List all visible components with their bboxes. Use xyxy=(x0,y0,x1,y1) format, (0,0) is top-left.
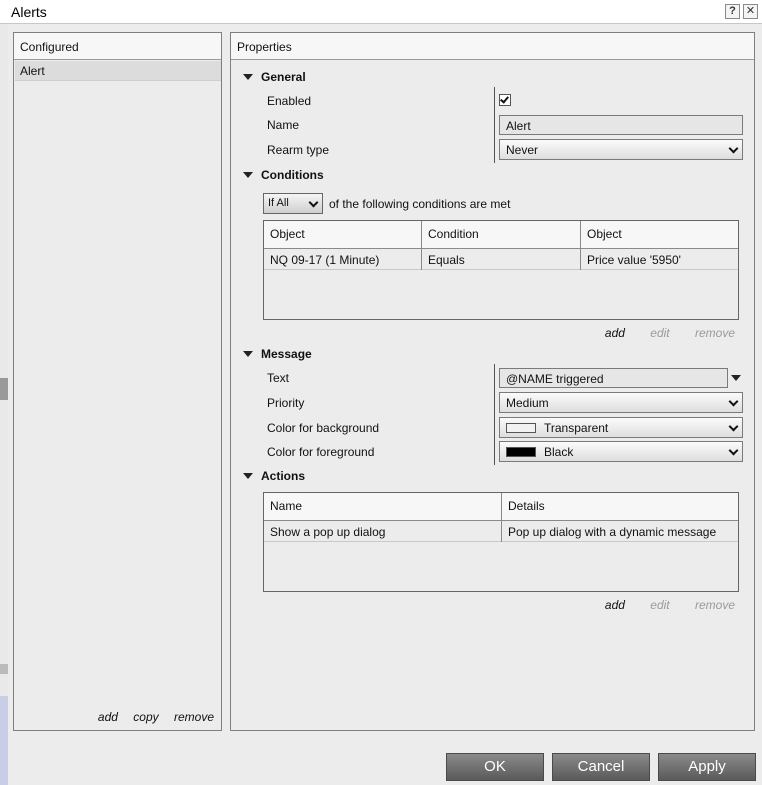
property-divider xyxy=(494,87,495,163)
configured-item-alert[interactable]: Alert xyxy=(15,61,221,81)
cancel-button[interactable]: Cancel xyxy=(552,753,650,781)
checkmark-icon xyxy=(500,94,509,104)
configured-links: add copy remove xyxy=(86,710,214,724)
background-mark xyxy=(0,664,8,674)
configured-add-link[interactable]: add xyxy=(98,710,118,724)
column-divider xyxy=(421,221,422,270)
conditions-col-object: Object xyxy=(270,227,305,241)
bg-color-select[interactable]: Transparent xyxy=(499,417,743,438)
table-cell: Equals xyxy=(428,253,465,267)
condition-mode-select[interactable]: If All xyxy=(263,193,323,214)
actions-section-header[interactable]: Actions xyxy=(243,469,305,483)
properties-header: Properties xyxy=(231,33,754,60)
actions-table: Name Details Show a pop up dialog Pop up… xyxy=(263,492,739,592)
chevron-down-icon xyxy=(728,396,739,407)
text-label: Text xyxy=(267,371,290,385)
actions-add-link[interactable]: add xyxy=(605,598,625,612)
collapse-triangle-icon[interactable] xyxy=(243,473,253,479)
priority-select[interactable]: Medium xyxy=(499,392,743,413)
rearm-type-value: Never xyxy=(506,143,539,157)
chevron-down-icon xyxy=(308,197,319,208)
rearm-type-select[interactable]: Never xyxy=(499,139,743,160)
message-section-title: Message xyxy=(261,347,312,361)
bg-color-label: Color for background xyxy=(267,421,380,435)
background-mark xyxy=(0,696,8,785)
help-icon[interactable]: ? xyxy=(725,4,740,19)
dropdown-arrow-icon[interactable] xyxy=(731,375,741,381)
condition-mode-value: If All xyxy=(268,197,289,209)
general-section-title: General xyxy=(261,70,306,84)
table-cell: NQ 09-17 (1 Minute) xyxy=(270,253,380,267)
chevron-down-icon xyxy=(728,445,739,456)
conditions-suffix-text: of the following conditions are met xyxy=(329,197,511,211)
ok-button[interactable]: OK xyxy=(446,753,544,781)
conditions-remove-link[interactable]: remove xyxy=(695,326,735,340)
conditions-table-header: Object Condition Object xyxy=(264,221,738,249)
configured-header: Configured xyxy=(14,33,221,60)
chevron-down-icon xyxy=(728,421,739,432)
table-row[interactable]: NQ 09-17 (1 Minute) Equals Price value '… xyxy=(264,249,738,270)
table-cell: Pop up dialog with a dynamic message xyxy=(508,525,717,539)
name-label: Name xyxy=(267,118,300,132)
conditions-add-link[interactable]: add xyxy=(605,326,625,340)
conditions-links: add edit remove xyxy=(583,326,735,340)
actions-remove-link[interactable]: remove xyxy=(695,598,735,612)
message-text-field[interactable]: @NAME triggered xyxy=(499,368,728,388)
enabled-checkbox[interactable] xyxy=(499,94,511,106)
apply-button[interactable]: Apply xyxy=(658,753,756,781)
collapse-triangle-icon[interactable] xyxy=(243,172,253,178)
conditions-col-object2: Object xyxy=(587,227,622,241)
message-section-header[interactable]: Message xyxy=(243,347,312,361)
color-swatch xyxy=(506,423,536,433)
color-swatch xyxy=(506,447,536,457)
property-divider xyxy=(494,364,495,465)
fg-color-value: Black xyxy=(544,445,574,459)
table-cell: Show a pop up dialog xyxy=(270,525,386,539)
window-title: Alerts xyxy=(11,4,47,20)
collapse-triangle-icon[interactable] xyxy=(243,351,253,357)
actions-col-name: Name xyxy=(270,499,303,513)
column-divider xyxy=(580,221,581,270)
name-field[interactable]: Alert xyxy=(499,115,743,135)
conditions-section-header[interactable]: Conditions xyxy=(243,168,324,182)
configured-panel: Configured Alert add copy remove xyxy=(13,32,222,731)
conditions-col-condition: Condition xyxy=(428,227,479,241)
chevron-down-icon xyxy=(728,143,739,154)
fg-color-select[interactable]: Black xyxy=(499,441,743,462)
general-section-header[interactable]: General xyxy=(243,70,306,84)
enabled-label: Enabled xyxy=(267,94,312,108)
actions-links: add edit remove xyxy=(583,598,735,612)
priority-value: Medium xyxy=(506,396,549,410)
bg-color-value: Transparent xyxy=(544,421,609,435)
priority-label: Priority xyxy=(267,396,305,410)
rearm-type-label: Rearm type xyxy=(267,143,330,157)
conditions-table: Object Condition Object NQ 09-17 (1 Minu… xyxy=(263,220,739,320)
actions-edit-link[interactable]: edit xyxy=(650,598,669,612)
properties-panel: Properties General Enabled Name Alert Re… xyxy=(230,32,755,731)
fg-color-label: Color for foreground xyxy=(267,445,375,459)
actions-col-details: Details xyxy=(508,499,545,513)
collapse-triangle-icon[interactable] xyxy=(243,74,253,80)
conditions-section-title: Conditions xyxy=(261,168,324,182)
column-divider xyxy=(501,493,502,542)
configured-copy-link[interactable]: copy xyxy=(133,710,158,724)
background-window-edge xyxy=(0,24,8,785)
conditions-edit-link[interactable]: edit xyxy=(650,326,669,340)
configured-remove-link[interactable]: remove xyxy=(174,710,214,724)
close-icon[interactable]: ✕ xyxy=(743,4,758,19)
actions-section-title: Actions xyxy=(261,469,306,483)
table-cell: Price value '5950' xyxy=(587,253,681,267)
background-mark xyxy=(0,378,8,400)
window-titlebar: Alerts ? ✕ xyxy=(0,0,762,24)
